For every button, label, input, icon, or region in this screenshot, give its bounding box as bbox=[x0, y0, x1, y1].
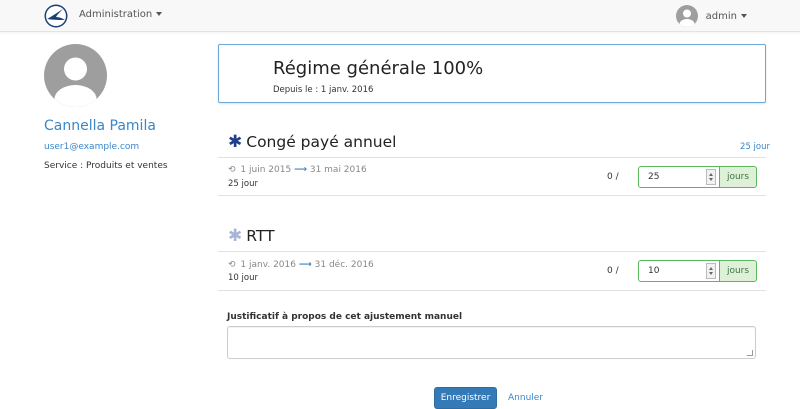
ratio-label: 0 / bbox=[607, 266, 619, 276]
regime-panel: Régime générale 100% Depuis le : 1 janv.… bbox=[218, 44, 766, 103]
caret-down-icon bbox=[156, 12, 163, 16]
profile-name: Cannella Pamila bbox=[44, 118, 156, 134]
divider bbox=[218, 290, 766, 291]
user-avatar-icon bbox=[675, 5, 698, 27]
refresh-icon: ⟲ bbox=[228, 165, 236, 175]
save-button[interactable]: Enregistrer bbox=[434, 387, 497, 409]
days-input-value: 25 bbox=[648, 172, 660, 182]
arrow-right-icon: ⟶ bbox=[294, 165, 307, 175]
section-title-rtt: ✱ RTT bbox=[228, 226, 275, 246]
resize-handle-icon[interactable] bbox=[747, 350, 753, 356]
swallow-logo-icon[interactable] bbox=[43, 4, 69, 28]
divider bbox=[218, 157, 766, 158]
section-total-link[interactable]: 25 jour bbox=[740, 142, 770, 152]
justification-label: Justificatif à propos de cet ajustement … bbox=[227, 312, 463, 322]
period-end: 31 déc. 2016 bbox=[314, 260, 374, 270]
days-input-value: 10 bbox=[648, 266, 660, 276]
spin-up-icon[interactable] bbox=[709, 267, 713, 270]
period-range: ⟲ 1 juin 2015 ⟶ 31 mai 2016 bbox=[228, 165, 367, 175]
administration-menu-label: Administration bbox=[79, 9, 153, 20]
days-input[interactable]: 25 bbox=[638, 166, 720, 188]
spinner-buttons[interactable] bbox=[706, 263, 716, 279]
asterisk-icon: ✱ bbox=[228, 132, 243, 152]
unit-addon: jours bbox=[720, 260, 757, 282]
profile-service: Service : Produits et ventes bbox=[44, 161, 168, 171]
period-days: 25 jour bbox=[228, 179, 258, 189]
days-input[interactable]: 10 bbox=[638, 260, 720, 282]
arrow-right-icon: ⟶ bbox=[298, 260, 312, 270]
administration-menu[interactable]: Administration bbox=[79, 9, 163, 20]
user-avatar-icon bbox=[54, 57, 97, 107]
period-range: ⟲ 1 janv. 2016 ⟶ 31 déc. 2016 bbox=[228, 260, 374, 270]
spin-down-icon[interactable] bbox=[709, 178, 713, 181]
top-navbar: Administration admin bbox=[0, 0, 800, 32]
profile-email-link[interactable]: user1@example.com bbox=[44, 142, 139, 152]
period-end: 31 mai 2016 bbox=[309, 165, 367, 175]
spinner-buttons[interactable] bbox=[706, 169, 716, 185]
period-start: 1 janv. 2016 bbox=[240, 260, 296, 270]
period-start: 1 juin 2015 bbox=[240, 165, 292, 175]
days-stepper: 25 jours bbox=[638, 166, 757, 188]
cancel-link[interactable]: Annuler bbox=[508, 393, 543, 403]
profile-avatar bbox=[44, 44, 107, 107]
asterisk-icon: ✱ bbox=[228, 226, 243, 246]
regime-since: Depuis le : 1 janv. 2016 bbox=[273, 85, 374, 95]
spin-up-icon[interactable] bbox=[709, 173, 713, 176]
divider bbox=[218, 251, 766, 252]
unit-addon: jours bbox=[720, 166, 757, 188]
spin-down-icon[interactable] bbox=[709, 272, 713, 275]
ratio-label: 0 / bbox=[607, 172, 619, 182]
user-menu-label: admin bbox=[705, 10, 737, 22]
divider bbox=[218, 195, 766, 196]
section-title-conge: ✱ Congé payé annuel bbox=[228, 132, 396, 152]
days-stepper: 10 jours bbox=[638, 260, 757, 282]
caret-down-icon bbox=[741, 14, 747, 18]
refresh-icon: ⟲ bbox=[228, 260, 236, 270]
regime-title: Régime générale 100% bbox=[273, 58, 484, 79]
justification-textarea[interactable] bbox=[227, 326, 756, 359]
section-title-label: RTT bbox=[246, 227, 275, 245]
section-title-label: Congé payé annuel bbox=[246, 133, 397, 151]
period-days: 10 jour bbox=[228, 273, 258, 283]
user-menu[interactable]: admin bbox=[675, 5, 747, 27]
